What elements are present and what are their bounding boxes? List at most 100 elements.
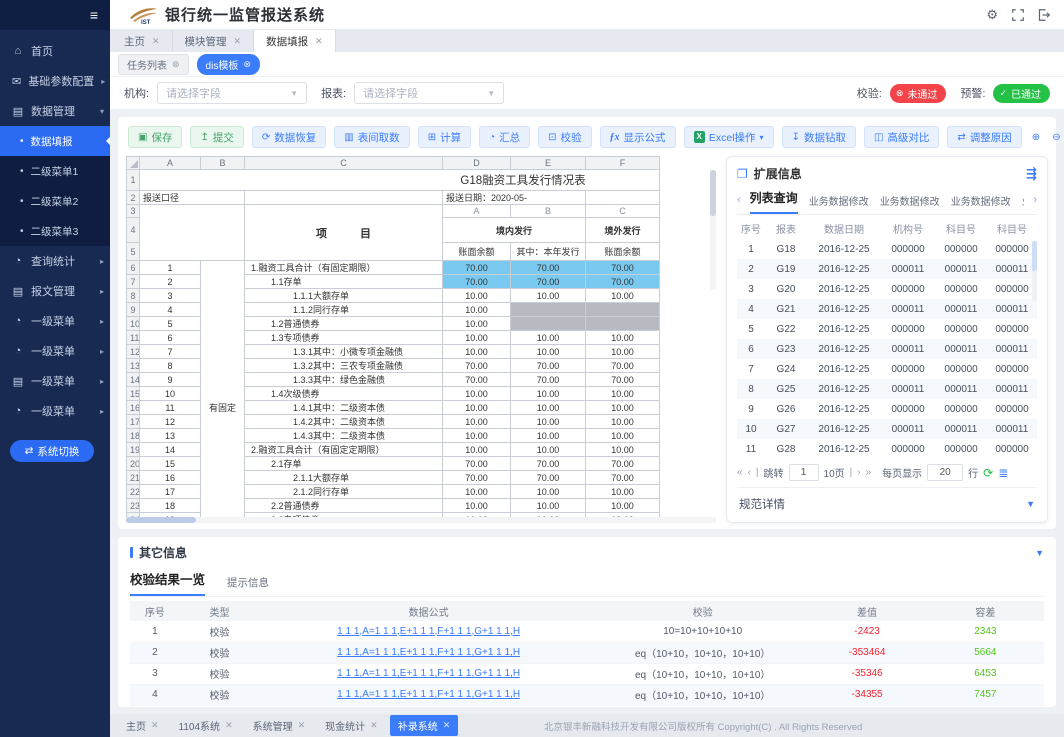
sheet-col-D[interactable]: D xyxy=(443,157,511,170)
value-cell[interactable]: 70.00 xyxy=(443,359,511,373)
sidebar-item-查询统计[interactable]: ◔查询统计▸ xyxy=(0,246,110,276)
other-info-tab-提示信息[interactable]: 提示信息 xyxy=(227,575,269,596)
extension-table-row[interactable]: 1G182016-12-25000000000000000000 xyxy=(737,239,1037,259)
item-cell[interactable]: 1.3.1其中：小微专项金融债 xyxy=(245,345,443,359)
sheet-col-C[interactable]: C xyxy=(245,157,443,170)
value-cell[interactable]: 70.00 xyxy=(586,471,660,485)
formula-link[interactable]: 1 1 1,A=1 1 1,E+1 1 1,F+1 1 1,G+1 1 1,H xyxy=(337,626,520,637)
item-cell[interactable]: 2.1存单 xyxy=(245,457,443,471)
value-cell[interactable]: 10.00 xyxy=(586,331,660,345)
seq-cell[interactable]: 18 xyxy=(140,499,201,513)
value-cell[interactable]: 10.00 xyxy=(443,331,511,345)
formula-link[interactable]: 1 1 1,A=1 1 1,E+1 1 1,F+1 1 1,G+1 1 1,H xyxy=(337,647,520,658)
seq-cell[interactable]: 17 xyxy=(140,485,201,499)
org-select[interactable]: 请选择字段 ▼ xyxy=(157,82,307,104)
sheet-col-B[interactable]: B xyxy=(201,157,245,170)
close-circle-icon[interactable]: ⊗ xyxy=(172,59,180,70)
panel-menu-icon[interactable]: ⇶ xyxy=(1026,166,1037,182)
value-cell[interactable]: 70.00 xyxy=(511,275,586,289)
fullscreen-icon[interactable] xyxy=(1012,9,1024,21)
sidebar-item-首页[interactable]: ⌂首页 xyxy=(0,36,110,66)
item-cell[interactable]: 1.1.2同行存单 xyxy=(245,303,443,317)
sidebar-item-一级菜单[interactable]: ◔一级菜单▸ xyxy=(0,306,110,336)
extension-tab-业务数据修改[interactable]: 业务数据修改 xyxy=(1022,193,1025,214)
close-circle-icon[interactable]: ⊗ xyxy=(243,59,251,70)
item-cell[interactable]: 1.3.2其中：三农专项金融债 xyxy=(245,359,443,373)
seq-cell[interactable]: 12 xyxy=(140,415,201,429)
sheet-title-cell[interactable]: G18融资工具发行情况表 xyxy=(140,170,660,191)
数据钻取-button[interactable]: ↧数据钻取 xyxy=(782,126,856,148)
sheet-hscrollbar[interactable] xyxy=(126,517,716,523)
sheet-cell[interactable] xyxy=(586,191,660,205)
footer-tab-主页[interactable]: 主页✕ xyxy=(118,715,167,736)
sheet-col-A[interactable]: A xyxy=(140,157,201,170)
value-cell[interactable]: 70.00 xyxy=(443,373,511,387)
close-icon[interactable]: ✕ xyxy=(298,720,306,731)
extension-vscrollbar[interactable] xyxy=(1032,241,1037,301)
value-cell[interactable]: 70.00 xyxy=(511,457,586,471)
value-cell[interactable]: 10.00 xyxy=(511,499,586,513)
next-page-icon[interactable]: › xyxy=(857,467,860,478)
value-cell[interactable]: 70.00 xyxy=(586,359,660,373)
footer-tab-补录系统[interactable]: 补录系统✕ xyxy=(390,715,459,736)
value-cell[interactable]: 10.00 xyxy=(443,289,511,303)
extension-table-row[interactable]: 9G262016-12-25000000000000000000 xyxy=(737,399,1037,419)
formula-link[interactable]: 1 1 1,A=1 1 1,E+1 1 1,F+1 1 1,G+1 1 1,H xyxy=(337,668,520,679)
extension-table-row[interactable]: 4G212016-12-25000011000011000011 xyxy=(737,299,1037,319)
value-cell[interactable]: 10.00 xyxy=(443,429,511,443)
refresh-icon[interactable]: ⟳ xyxy=(983,466,993,480)
value-cell[interactable]: 70.00 xyxy=(586,275,660,289)
window-tab-数据填报[interactable]: 数据填报✕ xyxy=(254,30,336,52)
value-cell[interactable]: 10.00 xyxy=(586,429,660,443)
report-caliber-cell[interactable]: 报送口径 xyxy=(140,191,245,205)
数据恢复-button[interactable]: ⟳数据恢复 xyxy=(252,126,326,148)
system-switch-button[interactable]: ⇄ 系统切换 xyxy=(10,440,94,462)
menu-collapse-icon[interactable]: ≡ xyxy=(90,7,98,23)
seq-cell[interactable]: 14 xyxy=(140,443,201,457)
value-cell[interactable] xyxy=(511,303,586,317)
item-cell[interactable]: 1.1存单 xyxy=(245,275,443,289)
seq-cell[interactable]: 5 xyxy=(140,317,201,331)
value-cell[interactable] xyxy=(586,303,660,317)
extension-table-row[interactable]: 7G242016-12-25000000000000000000 xyxy=(737,359,1037,379)
value-cell[interactable]: 70.00 xyxy=(586,457,660,471)
item-cell[interactable]: 1.4次级债券 xyxy=(245,387,443,401)
value-cell[interactable]: 10.00 xyxy=(586,485,660,499)
校验-button[interactable]: ⊡校验 xyxy=(538,126,591,148)
tabs-scroll-right-icon[interactable]: › xyxy=(1033,194,1037,210)
value-cell[interactable]: 10.00 xyxy=(511,415,586,429)
sidebar-item-一级菜单[interactable]: ▤一级菜单▸ xyxy=(0,366,110,396)
close-icon[interactable]: ✕ xyxy=(443,720,451,731)
spec-collapse-icon[interactable]: ▼ xyxy=(1026,499,1035,509)
extension-tab-业务数据修改[interactable]: 业务数据修改 xyxy=(809,193,869,214)
value-cell[interactable]: 10.00 xyxy=(586,289,660,303)
高级对比-button[interactable]: ◫高级对比 xyxy=(864,126,939,148)
close-icon[interactable]: ✕ xyxy=(152,36,160,47)
seq-cell[interactable]: 10 xyxy=(140,387,201,401)
item-cell[interactable]: 1.1.1大额存单 xyxy=(245,289,443,303)
value-cell[interactable]: 10.00 xyxy=(511,331,586,345)
value-cell[interactable]: 70.00 xyxy=(511,261,586,275)
item-cell[interactable]: 2.1.2同行存单 xyxy=(245,485,443,499)
extension-table-row[interactable]: 5G222016-12-25000000000000000000 xyxy=(737,319,1037,339)
seq-cell[interactable]: 15 xyxy=(140,457,201,471)
sheet-cell[interactable] xyxy=(140,205,245,261)
extension-tab-列表查询[interactable]: 列表查询 xyxy=(750,189,798,214)
tabs-scroll-left-icon[interactable]: ‹ xyxy=(737,194,741,210)
value-cell[interactable]: 70.00 xyxy=(443,261,511,275)
value-cell[interactable] xyxy=(586,317,660,331)
sidebar-item-一级菜单[interactable]: ◔一级菜单▸ xyxy=(0,336,110,366)
sidebar-item-基础参数配置[interactable]: ✉基础参数配置▸ xyxy=(0,66,110,96)
first-page-icon[interactable]: « xyxy=(737,467,743,478)
extension-table-row[interactable]: 3G202016-12-25000000000000000000 xyxy=(737,279,1037,299)
window-tab-主页[interactable]: 主页✕ xyxy=(112,30,173,52)
seq-cell[interactable]: 6 xyxy=(140,331,201,345)
seq-cell[interactable]: 2 xyxy=(140,275,201,289)
report-select[interactable]: 请选择字段 ▼ xyxy=(354,82,504,104)
seq-cell[interactable]: 9 xyxy=(140,373,201,387)
value-cell[interactable]: 10.00 xyxy=(511,485,586,499)
保存-button[interactable]: ▣保存 xyxy=(128,126,182,148)
value-cell[interactable]: 10.00 xyxy=(511,443,586,457)
close-icon[interactable]: ✕ xyxy=(151,720,159,731)
item-cell[interactable]: 1.2普通债券 xyxy=(245,317,443,331)
